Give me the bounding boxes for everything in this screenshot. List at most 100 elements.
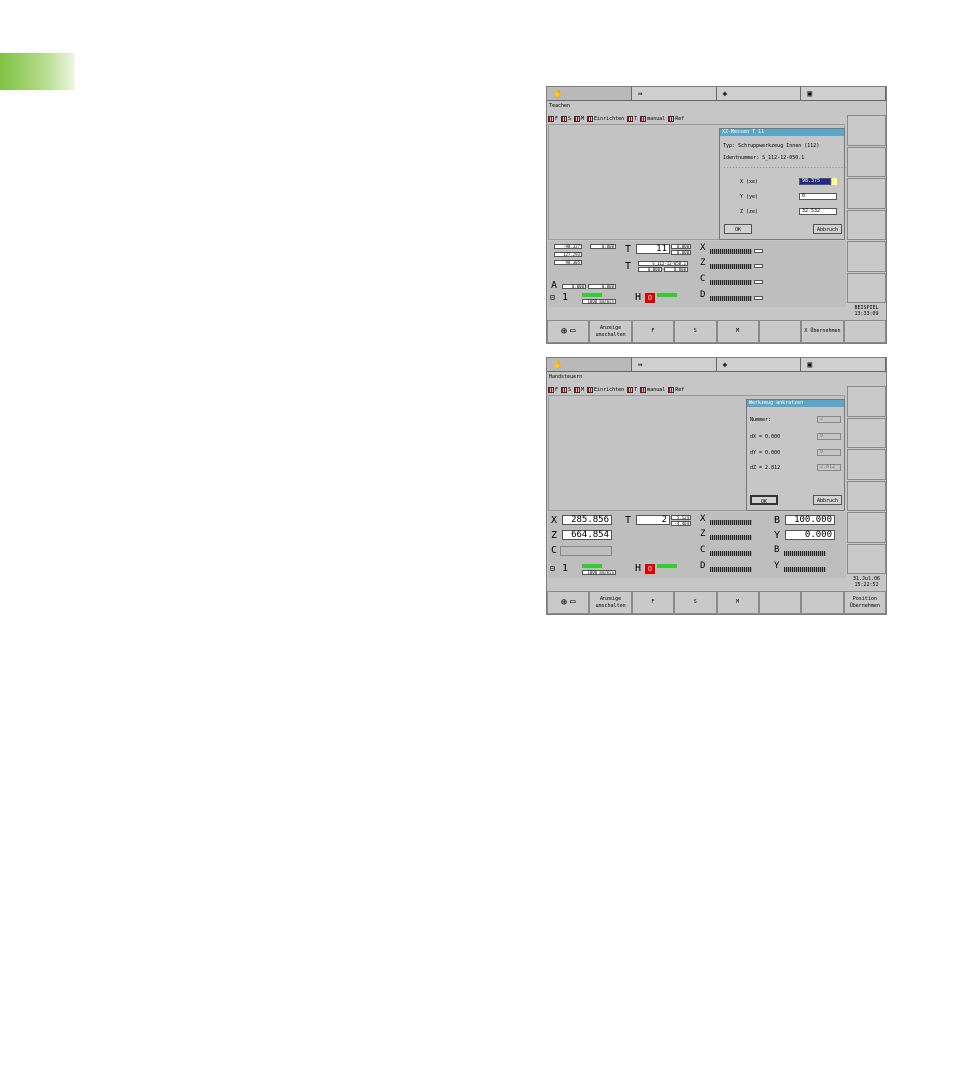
softkey-anzeige[interactable]: Anzeige umschalten <box>589 591 632 614</box>
z-input[interactable]: 32.532 <box>799 208 837 215</box>
softkey-s[interactable]: S <box>674 591 717 614</box>
t-number: 2 <box>636 515 670 525</box>
axis-d-bar <box>710 567 752 572</box>
right-softkey-3[interactable] <box>847 178 886 209</box>
right-softkey-4[interactable] <box>847 480 886 511</box>
softkey-navigation[interactable]: ⊕ ▭ <box>547 320 590 343</box>
toolbar-manual[interactable]: manual <box>640 115 665 122</box>
softkey-empty[interactable] <box>758 320 802 343</box>
tab-manual[interactable]: ✋ <box>547 358 632 372</box>
toolbar-manual[interactable]: manual <box>640 386 665 393</box>
toolbar-m[interactable]: M <box>574 386 584 393</box>
grid-icon <box>668 115 675 122</box>
pos-4: 0.000 <box>590 244 616 249</box>
axis-c-pct <box>754 280 763 284</box>
right-softkey-1[interactable] <box>847 386 886 417</box>
right-softkey-2[interactable] <box>847 417 886 448</box>
tab-program[interactable]: ◈ <box>716 87 802 101</box>
clock: 13:33:09 <box>854 311 879 317</box>
toolbar-s[interactable]: S <box>561 115 571 122</box>
t-sub-1: 0.000 <box>671 244 691 249</box>
softkey-f[interactable]: F <box>631 320 675 343</box>
tab-automatic[interactable]: ⇛ <box>631 87 717 101</box>
spindle-number: 1 <box>562 292 569 303</box>
ok-button[interactable]: OK <box>724 224 752 234</box>
grid-icon <box>548 386 554 393</box>
tab-automatic[interactable]: ⇛ <box>631 358 717 372</box>
arrow-icon: ⇛ <box>637 89 643 98</box>
cancel-button[interactable]: Abbruch <box>813 224 842 234</box>
toolbar-ref[interactable]: Ref <box>668 386 684 393</box>
cancel-button[interactable]: Abbruch <box>813 495 842 505</box>
right-softkey-6[interactable] <box>847 272 886 303</box>
dx-field[interactable]: 0 <box>817 433 841 440</box>
softkey-right-empty[interactable] <box>843 320 886 343</box>
softkey-position-uebernehmen[interactable]: Position Übernehmen <box>843 591 886 614</box>
tab-manual[interactable]: ✋ <box>547 87 632 101</box>
toolbar-t[interactable]: T <box>627 386 637 393</box>
dz-label: dZ = 2.812 <box>750 465 781 471</box>
softkey-navigation[interactable]: ⊕ ▭ <box>547 591 590 614</box>
grid-icon <box>561 115 568 122</box>
softkey-empty-1[interactable] <box>758 591 802 614</box>
dz-field[interactable]: 2.812 <box>817 464 841 471</box>
softkey-empty-2[interactable] <box>801 591 844 614</box>
dy-field[interactable]: 0 <box>817 449 841 456</box>
right-softkey-2[interactable] <box>847 146 886 177</box>
softkey-m[interactable]: M <box>716 591 759 614</box>
x-label: X (xe) <box>740 179 759 185</box>
right-softkey-4[interactable] <box>847 209 886 240</box>
t-label: T <box>625 515 632 526</box>
navigation-icon: ⊕ <box>560 326 567 337</box>
ok-button[interactable]: OK <box>750 495 778 505</box>
grid-icon <box>640 386 647 393</box>
nummer-label: Nummer: <box>750 417 772 423</box>
h-label: H <box>635 563 642 574</box>
softkey-x-uebernehmen[interactable]: X Übernehmen <box>801 320 844 343</box>
right-softkey-6[interactable] <box>847 543 886 574</box>
softkey-anzeige[interactable]: Anzeige umschalten <box>589 320 632 343</box>
right-softkey-1[interactable] <box>847 115 886 146</box>
tab-save[interactable]: ▣ <box>801 358 886 372</box>
right-softkey-5[interactable] <box>847 241 886 272</box>
toolbar-s[interactable]: S <box>561 386 571 393</box>
grid-icon <box>574 386 581 393</box>
softkey-m[interactable]: M <box>716 320 759 343</box>
toolbar-einrichten[interactable]: Einrichten <box>587 386 624 393</box>
toolbar-m[interactable]: M <box>574 115 584 122</box>
t-sub-2: 0.000 <box>671 250 691 255</box>
toolbar-ref[interactable]: Ref <box>668 115 684 122</box>
disk-icon: ▣ <box>807 89 813 98</box>
axis-c: C <box>700 545 706 555</box>
x-input[interactable]: 98.375 <box>799 178 831 185</box>
tab-save[interactable]: ▣ <box>801 87 886 101</box>
right-softkey-3[interactable] <box>847 449 886 480</box>
tool-id: S_112-12-050.1 <box>638 261 688 266</box>
toolbar-f[interactable]: F <box>548 115 558 122</box>
softkey-f[interactable]: F <box>631 591 675 614</box>
axis-c: C <box>700 274 706 284</box>
chuck-icon: ⊟ <box>550 564 555 573</box>
info-box: BEISPIEL 13:33:09 <box>847 305 886 320</box>
feed-load <box>657 564 677 568</box>
xz-measure-dialog: XZ-Messen T 11 Typ: Schruppwerkzeug Inne… <box>719 128 846 240</box>
right-softkey-5[interactable] <box>847 512 886 543</box>
toolbar-t[interactable]: T <box>627 115 637 122</box>
right-softkeys <box>847 386 886 575</box>
y-label: Y (ye) <box>740 194 759 200</box>
chuck-icon: ⊟ <box>550 293 555 302</box>
toolbar-einrichten[interactable]: Einrichten <box>587 115 624 122</box>
axis-b-bar <box>784 551 826 556</box>
tab-program[interactable]: ◈ <box>716 358 802 372</box>
nummer-field[interactable]: 2 <box>817 416 841 423</box>
dialog-title: XZ-Messen T 11 <box>720 129 844 136</box>
axis-x-pct <box>754 249 763 253</box>
axis-z: Z <box>700 258 706 268</box>
disk-icon: ▣ <box>807 360 813 369</box>
toolbar-f[interactable]: F <box>548 386 558 393</box>
arrow-icon: ⇛ <box>637 360 643 369</box>
pos-1: -98.327 <box>554 244 582 249</box>
mode-tabs: ✋ ⇛ ◈ ▣ <box>547 358 886 372</box>
softkey-s[interactable]: S <box>674 320 717 343</box>
y-input[interactable]: 0 <box>799 193 837 200</box>
